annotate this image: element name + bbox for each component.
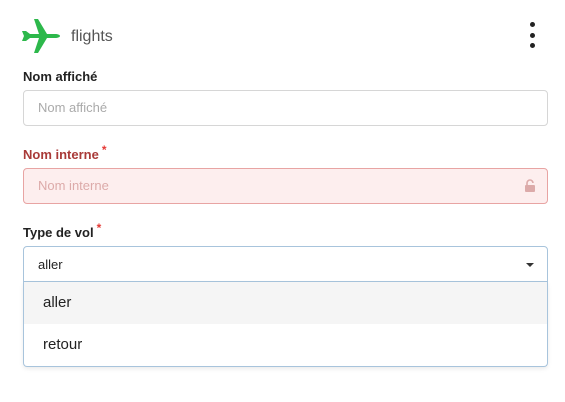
option-retour[interactable]: retour	[24, 324, 547, 366]
internal-name-label: Nom interne *	[23, 143, 107, 162]
option-aller[interactable]: aller	[24, 282, 547, 324]
airplane-icon	[22, 19, 60, 53]
display-name-label: Nom affiché	[23, 69, 98, 84]
required-mark: *	[96, 221, 102, 235]
more-vertical-icon[interactable]	[524, 22, 540, 48]
flight-type-options: aller retour	[23, 282, 548, 367]
app-title: flights	[71, 28, 113, 45]
lock-icon	[525, 179, 535, 192]
internal-name-placeholder: Nom interne	[38, 178, 109, 193]
flight-type-select[interactable]: aller	[23, 246, 548, 282]
chevron-down-icon	[526, 263, 534, 267]
form-page: flights Nom affiché Nom affiché Nom inte…	[0, 0, 565, 402]
header: flights	[0, 0, 565, 70]
internal-name-input[interactable]: Nom interne	[23, 168, 548, 204]
required-mark: *	[101, 143, 107, 157]
flight-type-value: aller	[38, 257, 63, 272]
display-name-input[interactable]: Nom affiché	[23, 90, 548, 126]
flight-type-label: Type de vol *	[23, 221, 102, 240]
display-name-placeholder: Nom affiché	[38, 100, 108, 115]
